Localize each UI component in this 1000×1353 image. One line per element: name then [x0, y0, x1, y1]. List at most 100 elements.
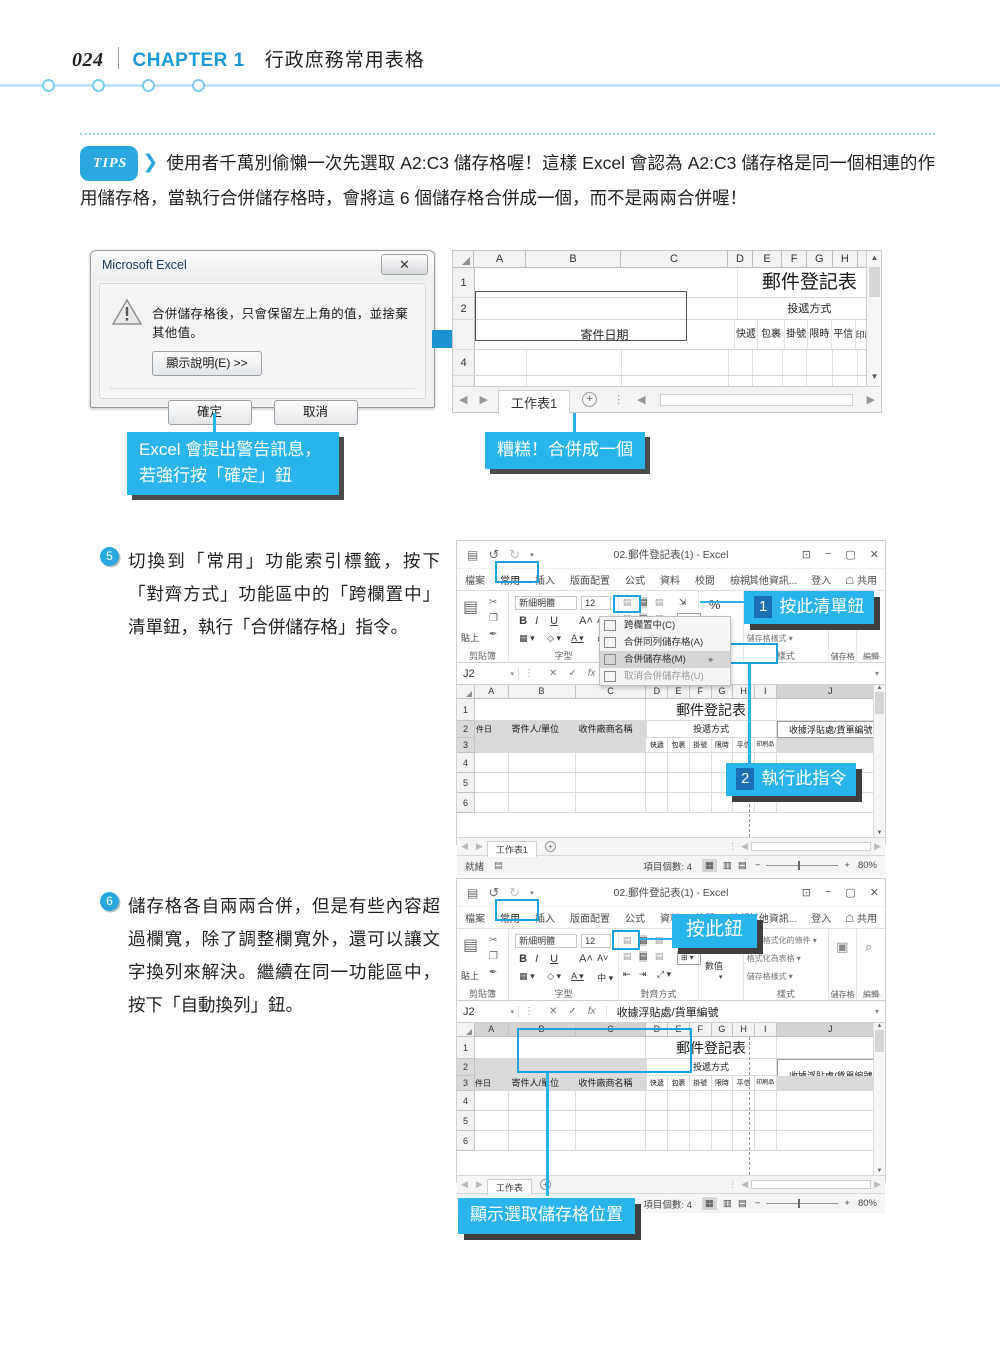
row-header-6-1[interactable]: 6 — [457, 793, 475, 813]
cancel-button[interactable]: 取消 — [273, 400, 358, 425]
cut-icon[interactable]: ✂ — [489, 935, 497, 946]
format-painter-icon[interactable]: ✒ — [489, 629, 497, 640]
row-header-3-1[interactable]: 3 — [457, 738, 475, 753]
scroll-up-icon-1[interactable]: ▲ — [874, 685, 885, 691]
insert-function-icon-1[interactable]: fx — [588, 668, 596, 679]
col-B[interactable]: B — [526, 251, 621, 267]
tab-page-layout-2[interactable]: 版面配置 — [570, 910, 610, 925]
page-layout-icon-2[interactable]: ▥ — [723, 1198, 732, 1209]
col-A[interactable]: A — [474, 251, 527, 267]
horizontal-scrollbar-2[interactable] — [751, 1180, 872, 1189]
tab-formulas[interactable]: 公式 — [625, 572, 645, 587]
font-size-box-1[interactable]: 12 — [581, 596, 612, 610]
maximize-icon[interactable]: ▢ — [845, 548, 855, 561]
col-D-2[interactable]: D — [646, 1023, 669, 1036]
col-F[interactable]: F — [782, 251, 807, 267]
col-H[interactable]: H — [833, 251, 859, 267]
cells-icon-2[interactable]: ▣ — [836, 939, 848, 955]
fill-color-icon-2[interactable]: ◇ ▾ — [547, 971, 561, 982]
insert-function-icon-2[interactable]: fx — [588, 1006, 596, 1017]
tab-insert[interactable]: 插入 — [535, 572, 555, 587]
col-E[interactable]: E — [753, 251, 783, 267]
phonetic-icon-2[interactable]: 中 ▾ — [597, 971, 613, 984]
show-help-button[interactable]: 顯示說明(E) >> — [152, 351, 262, 376]
sheet-tab[interactable]: 工作表1 — [497, 389, 571, 414]
cancel-edit-icon-1[interactable]: ✕ — [549, 668, 557, 679]
close-icon[interactable]: ✕ — [381, 254, 428, 275]
horizontal-scrollbar-1[interactable] — [751, 842, 872, 851]
share-button[interactable]: ☖ 共用 — [845, 572, 877, 587]
col-J-2[interactable]: J — [776, 1023, 885, 1036]
dropdown-item-1[interactable]: 合併同列儲存格(A) — [600, 634, 730, 651]
row-header-5-1[interactable]: 5 — [457, 773, 475, 793]
ribbon-display-icon[interactable]: ⊡ — [802, 886, 811, 899]
select-all-icon-2[interactable] — [457, 1023, 475, 1036]
scroll-down-icon-1[interactable]: ▼ — [874, 830, 885, 836]
prev-sheet-icon[interactable]: ◀ — [453, 393, 473, 406]
next-sheet-icon-2[interactable]: ▶ — [472, 1179, 487, 1190]
share-button-2[interactable]: ☖ 共用 — [845, 910, 877, 925]
name-box-chevron-icon-2[interactable]: ▾ — [510, 1008, 514, 1016]
row-header-1[interactable]: 1 — [453, 268, 475, 297]
row-header-1-2[interactable]: 1 — [457, 1037, 475, 1059]
col-D[interactable]: D — [728, 251, 753, 267]
sheet-tab-2[interactable]: 工作表 — [486, 1178, 532, 1195]
font-color-icon-2[interactable]: A ▾ — [571, 971, 584, 982]
col-C-2[interactable]: C — [575, 1023, 647, 1036]
tell-me-search[interactable]: ♡ 其他資訊... — [737, 572, 797, 587]
zoom-in-icon-1[interactable]: + — [844, 860, 850, 871]
tab-formulas-2[interactable]: 公式 — [625, 910, 645, 925]
col-C[interactable]: C — [621, 251, 729, 267]
cell-styles-1[interactable]: 儲存格樣式 ▾ — [747, 633, 793, 644]
tab-file-2[interactable]: 檔案 — [465, 910, 485, 925]
ok-button[interactable]: 確定 — [167, 400, 252, 425]
vertical-scrollbar-2[interactable]: ▲ ▼ — [873, 1023, 885, 1175]
confirm-edit-icon-2[interactable]: ✓ — [568, 1006, 576, 1017]
borders-icon-2[interactable]: ▦ ▾ — [519, 971, 535, 982]
wrap-text-icon-1[interactable]: ⇲ — [679, 597, 687, 608]
normal-view-icon-1[interactable]: ▦ — [701, 859, 717, 872]
dropdown-item-0[interactable]: 跨欄置中(C) — [600, 617, 730, 634]
horizontal-scrollbar[interactable] — [659, 393, 853, 406]
col-D-1[interactable]: D — [646, 685, 669, 698]
col-C-1[interactable]: C — [576, 685, 647, 698]
scroll-thumb-2[interactable] — [875, 1030, 884, 1052]
tab-data[interactable]: 資料 — [660, 572, 680, 587]
scroll-down-icon[interactable]: ▼ — [867, 370, 882, 385]
scroll-down-icon-2[interactable]: ▼ — [874, 1168, 885, 1174]
zoom-slider-1[interactable] — [766, 861, 839, 870]
bold-button-1[interactable]: B — [519, 615, 527, 627]
minimize-icon[interactable]: − — [825, 548, 831, 561]
dropdown-item-3[interactable]: 取消合併儲存格(U) — [600, 668, 730, 685]
font-name-box-2[interactable]: 新細明體 — [515, 934, 578, 948]
font-name-box-1[interactable]: 新細明體 — [515, 596, 578, 610]
add-sheet-icon[interactable]: + — [582, 392, 598, 407]
increase-indent-icon-2[interactable]: ⇥ — [639, 969, 647, 980]
name-box-1[interactable]: J2 ▾ — [457, 667, 519, 680]
row-header-4-2[interactable]: 4 — [457, 1091, 475, 1111]
col-I-2[interactable]: I — [755, 1023, 777, 1036]
prev-sheet-icon-2[interactable]: ◀ — [457, 1179, 472, 1190]
hscroll-right-icon[interactable]: ▶ — [861, 393, 881, 406]
cancel-edit-icon-2[interactable]: ✕ — [549, 1006, 557, 1017]
maximize-icon[interactable]: ▢ — [845, 886, 855, 899]
collapse-ribbon-icon-2[interactable]: ︿ — [873, 987, 881, 998]
paste-icon[interactable]: ▤ — [463, 597, 478, 617]
next-sheet-icon-1[interactable]: ▶ — [472, 841, 487, 852]
col-F-1[interactable]: F — [690, 685, 712, 698]
row-header-4[interactable]: 4 — [453, 350, 475, 375]
hscroll-left-icon[interactable]: ◀ — [631, 393, 651, 406]
row-header-1-1[interactable]: 1 — [457, 699, 475, 721]
col-G[interactable]: G — [807, 251, 833, 267]
col-E-2[interactable]: E — [668, 1023, 690, 1036]
expand-formula-icon-1[interactable]: ▾ — [875, 669, 885, 678]
copy-icon[interactable]: ❐ — [489, 613, 498, 624]
col-H-1[interactable]: H — [733, 685, 755, 698]
tab-home-2[interactable]: 常用 — [500, 910, 520, 925]
hscroll-right-icon-1[interactable]: ▶ — [874, 841, 885, 852]
tab-review[interactable]: 校閱 — [695, 572, 715, 587]
conditional-format-2[interactable]: 設定格式化的條件 ▾ — [747, 935, 817, 946]
split-handle-icon[interactable]: ⋮ — [613, 393, 625, 406]
underline-button-1[interactable]: U — [550, 615, 558, 627]
scroll-thumb[interactable] — [868, 267, 880, 297]
